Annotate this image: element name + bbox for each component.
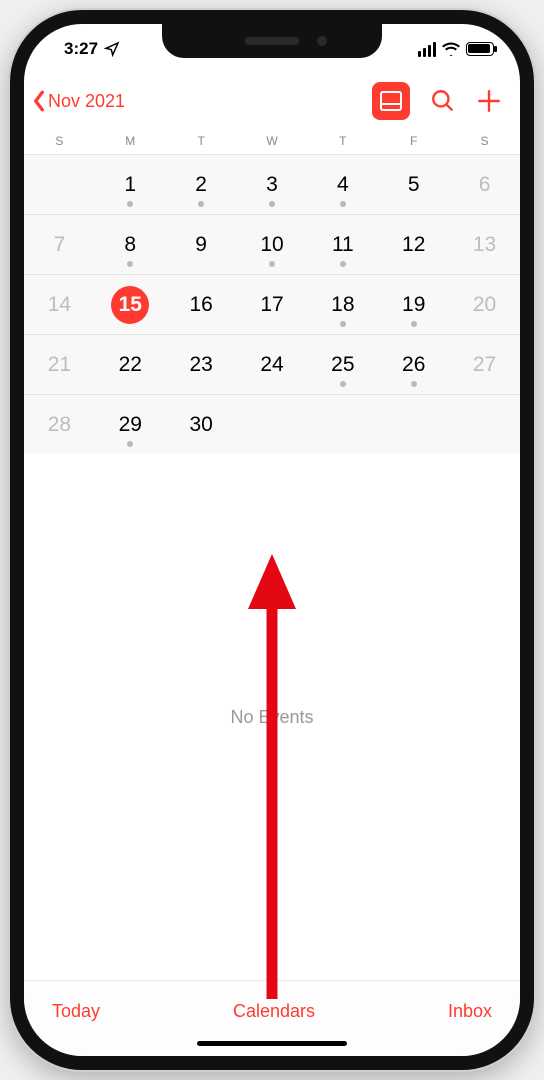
day-cell[interactable]: 15 [95, 274, 166, 334]
weekday-label: T [307, 134, 378, 148]
day-cell[interactable]: 13 [449, 214, 520, 274]
chevron-left-icon [32, 90, 46, 112]
day-cell [24, 154, 95, 214]
weekday-label: W [237, 134, 308, 148]
day-cell[interactable]: 8 [95, 214, 166, 274]
calendars-button[interactable]: Calendars [233, 1001, 315, 1022]
day-number: 17 [260, 293, 283, 317]
inbox-button[interactable]: Inbox [448, 1001, 492, 1022]
home-indicator[interactable] [197, 1041, 347, 1046]
nav-bar: Nov 2021 [24, 74, 520, 124]
day-cell[interactable]: 10 [237, 214, 308, 274]
day-number: 12 [402, 233, 425, 257]
notch [162, 24, 382, 58]
day-cell[interactable]: 26 [378, 334, 449, 394]
day-cell [378, 394, 449, 454]
phone-frame: 3:27 Nov [10, 10, 534, 1070]
view-mode-toggle[interactable] [372, 82, 410, 120]
wifi-icon [442, 42, 460, 56]
day-number: 3 [266, 173, 278, 197]
front-camera [317, 36, 327, 46]
day-cell[interactable]: 6 [449, 154, 520, 214]
day-number: 6 [479, 173, 491, 197]
day-cell[interactable]: 19 [378, 274, 449, 334]
day-cell[interactable]: 28 [24, 394, 95, 454]
weekday-label: T [166, 134, 237, 148]
day-number: 28 [48, 413, 71, 437]
status-time: 3:27 [64, 39, 98, 59]
day-number: 8 [124, 233, 136, 257]
list-view-icon [380, 91, 402, 111]
day-number: 11 [332, 233, 354, 257]
add-event-icon[interactable] [476, 88, 502, 114]
day-cell[interactable]: 5 [378, 154, 449, 214]
day-cell [449, 394, 520, 454]
day-cell[interactable]: 20 [449, 274, 520, 334]
day-cell[interactable]: 25 [307, 334, 378, 394]
day-number: 4 [337, 173, 349, 197]
day-cell [237, 394, 308, 454]
day-cell[interactable]: 12 [378, 214, 449, 274]
day-number: 16 [189, 293, 212, 317]
day-number: 5 [408, 173, 420, 197]
day-number: 18 [331, 293, 354, 317]
day-number: 21 [48, 353, 71, 377]
day-number: 25 [331, 353, 354, 377]
speaker [245, 37, 299, 45]
calendar-month-view: 1234567891011121314151617181920212223242… [24, 154, 520, 454]
day-cell[interactable]: 3 [237, 154, 308, 214]
back-button[interactable]: Nov 2021 [32, 90, 125, 112]
day-cell[interactable]: 9 [166, 214, 237, 274]
day-cell[interactable]: 30 [166, 394, 237, 454]
day-number: 14 [48, 293, 71, 317]
battery-icon [466, 42, 494, 56]
day-cell[interactable]: 23 [166, 334, 237, 394]
no-events-label: No Events [230, 707, 313, 728]
day-cell[interactable]: 18 [307, 274, 378, 334]
day-number: 20 [473, 293, 496, 317]
weekday-label: M [95, 134, 166, 148]
day-cell[interactable]: 17 [237, 274, 308, 334]
day-number: 2 [195, 173, 207, 197]
day-cell[interactable]: 24 [237, 334, 308, 394]
weekday-label: S [449, 134, 520, 148]
search-icon[interactable] [430, 88, 456, 114]
back-label: Nov 2021 [48, 91, 125, 112]
day-cell[interactable]: 7 [24, 214, 95, 274]
day-number: 1 [124, 173, 136, 197]
day-cell[interactable]: 29 [95, 394, 166, 454]
day-number: 29 [119, 413, 142, 437]
day-cell[interactable]: 16 [166, 274, 237, 334]
weekday-label: F [378, 134, 449, 148]
cellular-signal-icon [418, 42, 437, 57]
day-cell[interactable]: 14 [24, 274, 95, 334]
day-number: 26 [402, 353, 425, 377]
day-number: 24 [260, 353, 283, 377]
day-number: 7 [54, 233, 66, 257]
day-number: 15 [111, 286, 149, 324]
events-list[interactable]: No Events [24, 454, 520, 980]
day-cell[interactable]: 22 [95, 334, 166, 394]
day-number: 30 [189, 413, 212, 437]
day-cell [307, 394, 378, 454]
day-number: 27 [473, 353, 496, 377]
day-number: 22 [119, 353, 142, 377]
day-cell[interactable]: 11 [307, 214, 378, 274]
day-number: 19 [402, 293, 425, 317]
day-number: 23 [189, 353, 212, 377]
day-number: 9 [195, 233, 207, 257]
day-cell[interactable]: 2 [166, 154, 237, 214]
day-cell[interactable]: 4 [307, 154, 378, 214]
today-button[interactable]: Today [52, 1001, 100, 1022]
weekday-header: S M T W T F S [24, 124, 520, 154]
weekday-label: S [24, 134, 95, 148]
day-cell[interactable]: 1 [95, 154, 166, 214]
day-cell[interactable]: 27 [449, 334, 520, 394]
day-number: 10 [260, 233, 283, 257]
day-number: 13 [473, 233, 496, 257]
location-arrow-icon [104, 41, 120, 57]
day-cell[interactable]: 21 [24, 334, 95, 394]
